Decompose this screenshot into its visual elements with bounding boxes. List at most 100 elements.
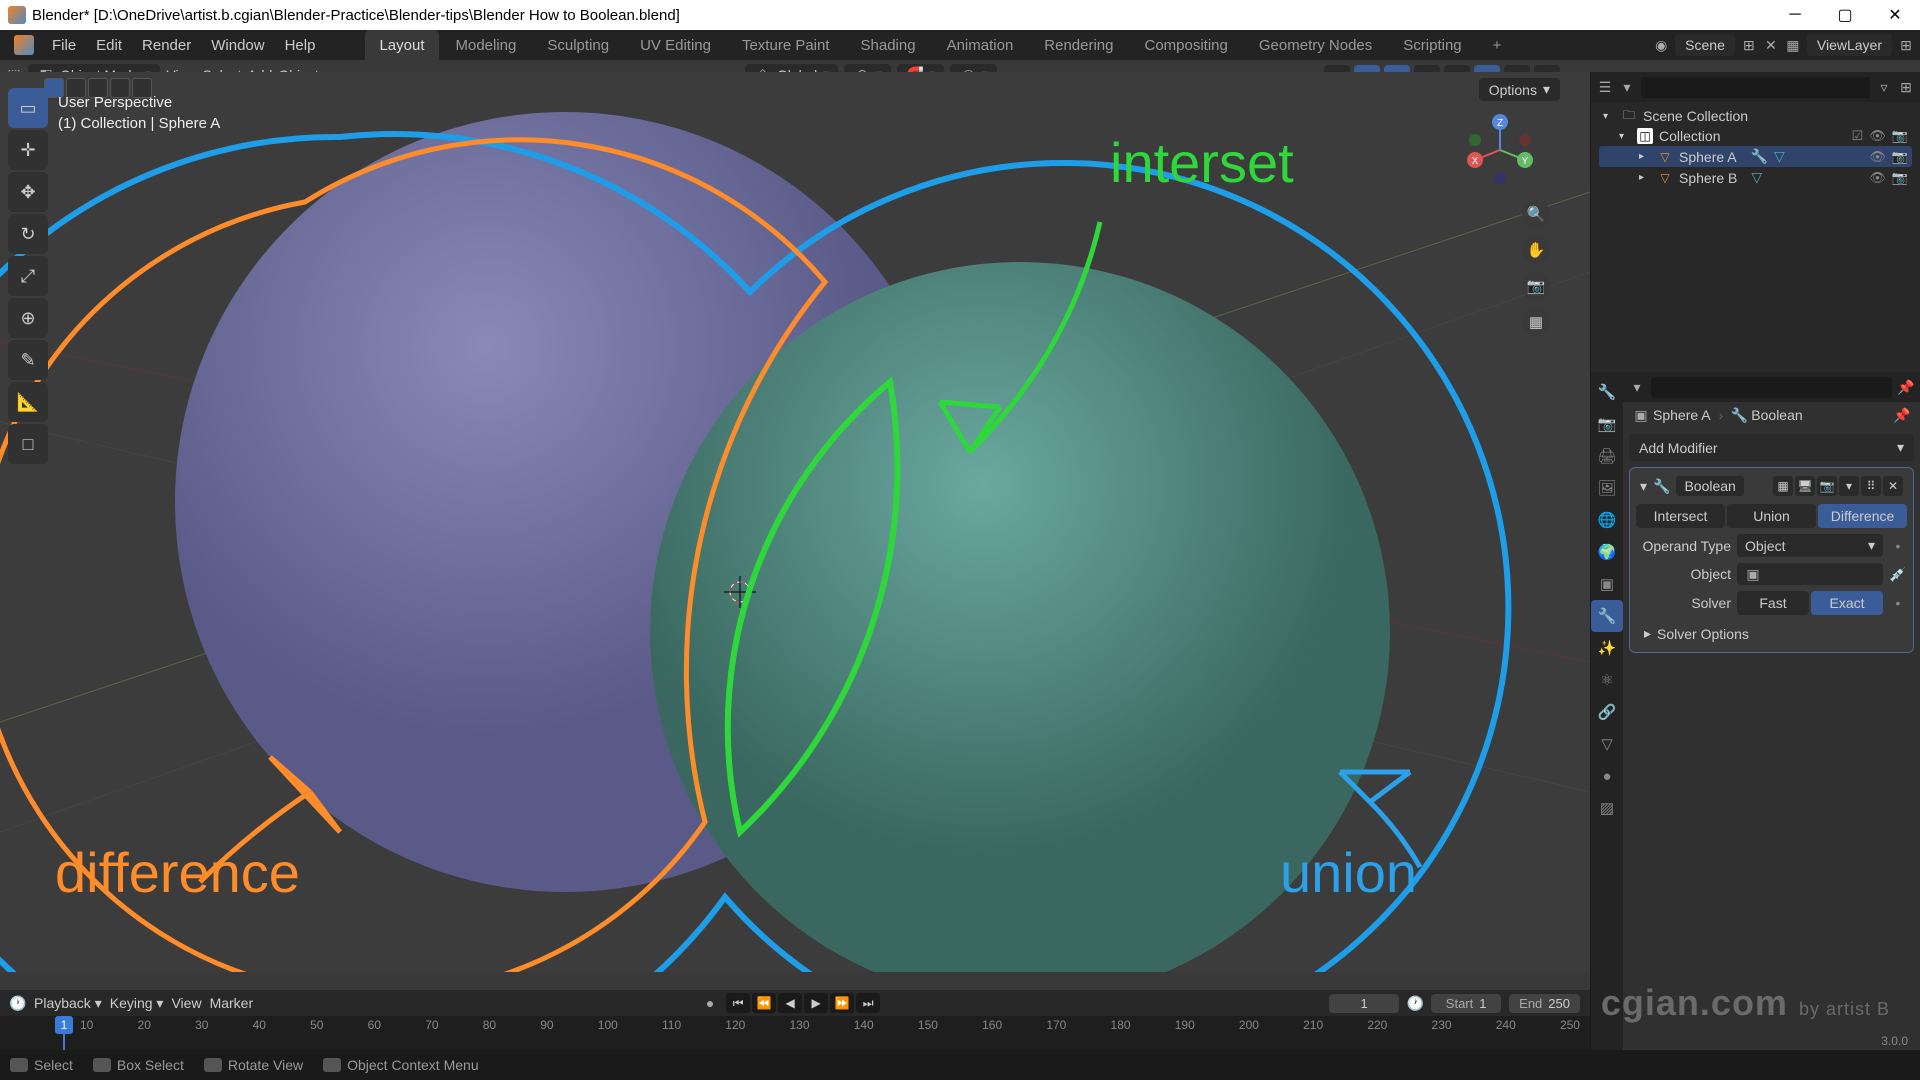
next-key[interactable]: ⏩	[830, 993, 854, 1013]
timeline-cursor[interactable]: 1	[55, 1016, 73, 1034]
camera-icon[interactable]: 📷	[1892, 149, 1908, 165]
tl-marker[interactable]: Marker	[210, 995, 254, 1011]
jump-start[interactable]: ⏮	[726, 993, 750, 1013]
mod-drag[interactable]: ⠿	[1861, 476, 1881, 496]
tab-texture[interactable]: ▨	[1591, 792, 1623, 824]
play[interactable]: ▶	[804, 993, 828, 1013]
tab-animation[interactable]: Animation	[933, 30, 1028, 60]
op-difference[interactable]: Difference	[1818, 504, 1907, 528]
display-mode-icon[interactable]: ▾	[1619, 79, 1635, 95]
tab-constraints[interactable]: 🔗	[1591, 696, 1623, 728]
pin-icon[interactable]: 📌	[1898, 379, 1914, 395]
mod-extras[interactable]: ▾	[1839, 476, 1859, 496]
solver-fast[interactable]: Fast	[1737, 591, 1809, 615]
menu-window[interactable]: Window	[201, 30, 274, 60]
solver-exact[interactable]: Exact	[1811, 591, 1883, 615]
new-collection-icon[interactable]: ⊞	[1898, 79, 1914, 95]
viewport-options[interactable]: Options▾	[1479, 78, 1560, 101]
menu-edit[interactable]: Edit	[86, 30, 132, 60]
tab-shading[interactable]: Shading	[847, 30, 930, 60]
tool-annotate[interactable]: ✎	[8, 340, 48, 380]
menu-help[interactable]: Help	[275, 30, 326, 60]
current-frame[interactable]: 1	[1329, 994, 1399, 1013]
tab-layout[interactable]: Layout	[365, 30, 438, 60]
play-reverse[interactable]: ◀	[778, 993, 802, 1013]
camera-icon[interactable]: 📷	[1892, 170, 1908, 186]
tab-scene[interactable]: 🌐	[1591, 504, 1623, 536]
tool-rotate[interactable]: ↻	[8, 214, 48, 254]
tab-physics[interactable]: ⚛	[1591, 664, 1623, 696]
tab-geometry-nodes[interactable]: Geometry Nodes	[1245, 30, 1386, 60]
filter-icon[interactable]: ▿	[1876, 79, 1892, 95]
tool-transform[interactable]: ⊕	[8, 298, 48, 338]
solver-options-row[interactable]: ▸Solver Options	[1636, 621, 1907, 646]
op-union[interactable]: Union	[1727, 504, 1816, 528]
tab-tool[interactable]: 🔧	[1591, 376, 1623, 408]
tool-add-cube[interactable]: □	[8, 424, 48, 464]
outliner-search[interactable]	[1641, 77, 1870, 98]
tab-particles[interactable]: ✨	[1591, 632, 1623, 664]
tab-rendering[interactable]: Rendering	[1030, 30, 1127, 60]
tab-viewlayer[interactable]: 🖼	[1591, 472, 1623, 504]
tl-playback[interactable]: Playback ▾	[34, 995, 102, 1012]
delete-scene-icon[interactable]: ✕	[1763, 37, 1779, 53]
mod-toggle-realtime[interactable]: 🖥	[1795, 476, 1815, 496]
tab-mesh[interactable]: ▽	[1591, 728, 1623, 760]
prop-anim-icon[interactable]: •	[1889, 538, 1907, 554]
close-button[interactable]: ✕	[1870, 0, 1920, 30]
tab-world[interactable]: 🌍	[1591, 536, 1623, 568]
breadcrumb-modifier[interactable]: 🔧Boolean	[1731, 407, 1802, 423]
viewport-3d[interactable]	[0, 72, 1590, 972]
prev-key[interactable]: ⏪	[752, 993, 776, 1013]
tree-collection[interactable]: ▾◫Collection ☑👁📷	[1599, 126, 1912, 146]
mod-delete[interactable]: ✕	[1883, 476, 1903, 496]
menu-render[interactable]: Render	[132, 30, 201, 60]
tab-object[interactable]: ▣	[1591, 568, 1623, 600]
new-viewlayer-icon[interactable]: ⊞	[1898, 37, 1914, 53]
camera-icon[interactable]: 📷	[1522, 272, 1550, 300]
start-frame[interactable]: Start1	[1431, 994, 1501, 1013]
mod-toggle-render[interactable]: 📷	[1817, 476, 1837, 496]
jump-end[interactable]: ⏭	[856, 993, 880, 1013]
disable-icon[interactable]: 👁	[1869, 128, 1886, 144]
eye-icon[interactable]: ☑	[1852, 128, 1864, 144]
tree-sphere-b[interactable]: ▸▽Sphere B ▽ 👁📷	[1599, 167, 1912, 188]
scene-selector[interactable]: Scene	[1675, 34, 1735, 56]
outliner-icon[interactable]: ☰	[1597, 79, 1613, 95]
eye-icon[interactable]: 👁	[1869, 149, 1886, 165]
tab-sculpting[interactable]: Sculpting	[533, 30, 623, 60]
viewlayer-selector[interactable]: ViewLayer	[1807, 34, 1892, 56]
operand-type-value[interactable]: Object▾	[1737, 534, 1883, 557]
prop-anim-icon[interactable]: •	[1889, 595, 1907, 611]
end-frame[interactable]: End250	[1509, 994, 1580, 1013]
tab-modifiers[interactable]: 🔧	[1591, 600, 1623, 632]
camera-icon[interactable]: 📷	[1892, 128, 1908, 144]
tool-select-box[interactable]: ▭	[8, 88, 48, 128]
object-picker[interactable]: ▣	[1737, 563, 1883, 585]
perspective-icon[interactable]: ▦	[1522, 308, 1550, 336]
minimize-button[interactable]: ─	[1770, 0, 1820, 30]
tab-add[interactable]: +	[1479, 30, 1516, 60]
props-search[interactable]	[1651, 377, 1892, 398]
maximize-button[interactable]: ▢	[1820, 0, 1870, 30]
tab-compositing[interactable]: Compositing	[1131, 30, 1242, 60]
new-scene-icon[interactable]: ⊞	[1741, 37, 1757, 53]
eye-icon[interactable]: 👁	[1869, 170, 1886, 186]
orientation-gizmo[interactable]: Z X Y	[1460, 110, 1540, 190]
tab-render[interactable]: 📷	[1591, 408, 1623, 440]
tl-view[interactable]: View	[171, 995, 201, 1011]
tool-move[interactable]: ✥	[8, 172, 48, 212]
mod-toggle-edit[interactable]: ▦	[1773, 476, 1793, 496]
breadcrumb-object[interactable]: ▣Sphere A	[1633, 407, 1711, 423]
props-type-icon[interactable]: ▾	[1629, 379, 1645, 395]
tab-material[interactable]: ●	[1591, 760, 1623, 792]
autokey-icon[interactable]: ●	[702, 995, 718, 1011]
collapse-icon[interactable]: ▾	[1640, 478, 1647, 495]
tab-modeling[interactable]: Modeling	[442, 30, 531, 60]
tab-uv-editing[interactable]: UV Editing	[626, 30, 725, 60]
timeline-icon[interactable]: 🕐	[10, 995, 26, 1011]
tree-sphere-a[interactable]: ▸▽Sphere A 🔧▽ 👁📷	[1599, 146, 1912, 167]
tl-keying[interactable]: Keying ▾	[110, 995, 164, 1012]
blender-icon[interactable]	[14, 35, 34, 55]
pin-icon[interactable]: 📌	[1894, 407, 1910, 423]
